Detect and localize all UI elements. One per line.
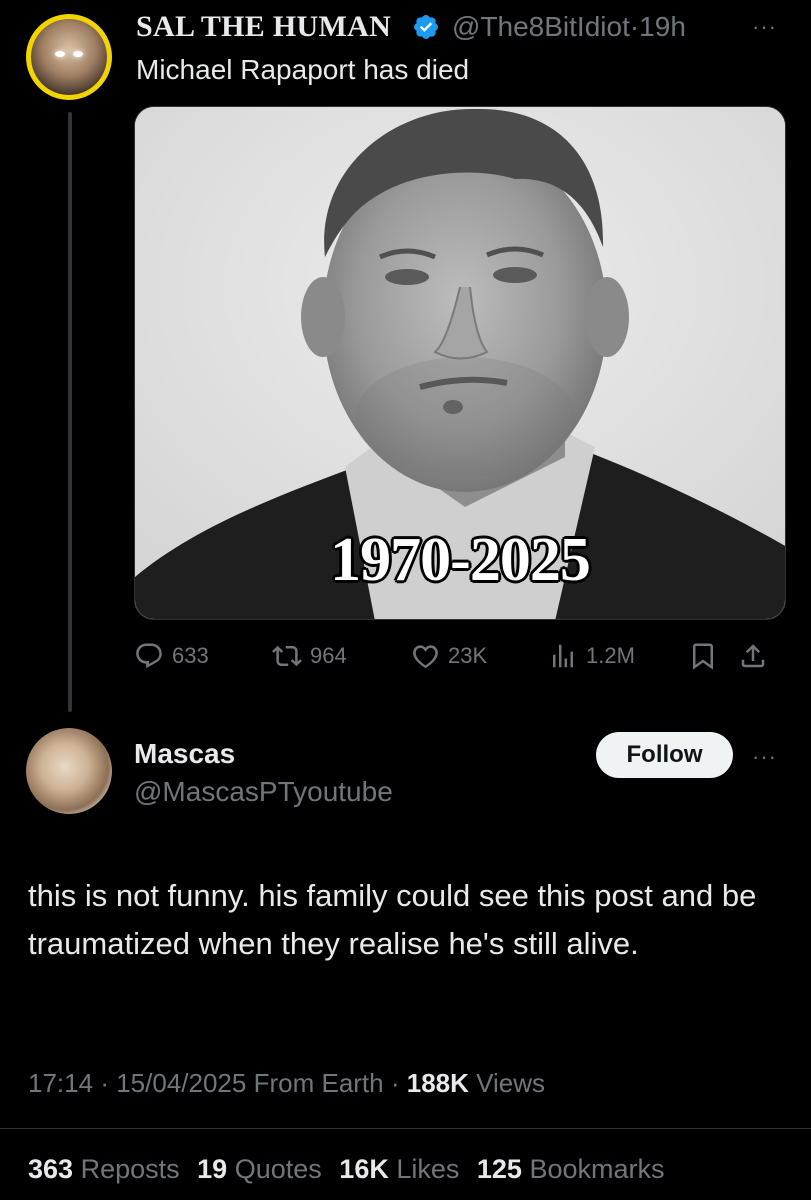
avatar-image bbox=[31, 19, 107, 95]
views-label: Views bbox=[476, 1068, 546, 1098]
post-metadata: 17:14 · 15/04/2025 From Earth · 188K Vie… bbox=[28, 1068, 545, 1099]
reposts-label: Reposts bbox=[80, 1154, 180, 1184]
quotes-stat[interactable]: 19 Quotes bbox=[197, 1154, 322, 1184]
tweet-image[interactable]: 1970-2025 bbox=[134, 106, 786, 620]
bookmarks-label: Bookmarks bbox=[529, 1154, 665, 1184]
reply-icon bbox=[136, 643, 162, 669]
like-icon bbox=[413, 645, 438, 669]
quotes-label: Quotes bbox=[234, 1154, 322, 1184]
quotes-count: 19 bbox=[197, 1154, 228, 1184]
verified-badge-icon bbox=[414, 15, 438, 39]
separator-dot: · bbox=[629, 11, 640, 42]
likes-count: 16K bbox=[339, 1154, 389, 1184]
tweet-handle-time: @The8BitIdiot·19h bbox=[452, 11, 686, 43]
bookmarks-count: 125 bbox=[476, 1154, 522, 1184]
reply-count: 633 bbox=[172, 643, 209, 668]
follow-button[interactable]: Follow bbox=[596, 732, 733, 778]
likes-label: Likes bbox=[396, 1154, 460, 1184]
reposts-count: 363 bbox=[28, 1154, 74, 1184]
tweet-text: Michael Rapaport has died bbox=[136, 54, 470, 85]
reply-button[interactable]: 633 bbox=[134, 638, 209, 674]
reply-author-handle[interactable]: @MascasPTyoutube bbox=[134, 776, 393, 808]
divider bbox=[0, 1128, 811, 1129]
views-count: 1.2M bbox=[586, 643, 635, 668]
bookmarks-stat[interactable]: 125 Bookmarks bbox=[477, 1154, 665, 1184]
repost-count: 964 bbox=[310, 643, 347, 668]
like-count: 23K bbox=[448, 643, 488, 668]
reposts-stat[interactable]: 363 Reposts bbox=[28, 1154, 180, 1184]
share-button[interactable] bbox=[738, 638, 768, 674]
post-time[interactable]: 17:14 bbox=[28, 1068, 93, 1098]
image-caption-years: 1970-2025 bbox=[330, 526, 591, 594]
views-button[interactable]: 1.2M bbox=[548, 638, 635, 674]
likes-stat[interactable]: 16K Likes bbox=[339, 1154, 459, 1184]
glowing-eye-left bbox=[55, 51, 65, 57]
thread-connector-line bbox=[68, 112, 72, 712]
separator-dot: · bbox=[100, 1068, 109, 1098]
more-options-icon[interactable]: ··· bbox=[752, 744, 777, 770]
post-source: From Earth bbox=[253, 1068, 384, 1098]
glowing-eye-right bbox=[73, 51, 83, 57]
like-button[interactable]: 23K bbox=[410, 638, 487, 674]
repost-icon bbox=[272, 645, 302, 667]
engagement-stats: 363 Reposts 19 Quotes 16K Likes 125 Book… bbox=[28, 1154, 675, 1185]
reply-text: this is not funny. his family could see … bbox=[28, 878, 757, 961]
tweet-time[interactable]: 19h bbox=[639, 11, 686, 42]
post-date[interactable]: 15/04/2025 bbox=[116, 1068, 246, 1098]
more-options-icon[interactable]: ··· bbox=[752, 14, 777, 40]
avatar-mascas[interactable] bbox=[26, 728, 112, 814]
reply-author-name[interactable]: Mascas bbox=[134, 738, 235, 770]
tweet-author-handle[interactable]: @The8BitIdiot bbox=[452, 11, 630, 42]
separator-dot: · bbox=[390, 1068, 400, 1098]
bookmark-icon bbox=[693, 643, 713, 670]
tweet-author-name[interactable]: SAL THE HUMAN bbox=[136, 10, 391, 44]
views-icon bbox=[553, 644, 573, 668]
share-icon bbox=[741, 644, 765, 668]
avatar-sal[interactable] bbox=[26, 14, 112, 100]
views-count: 188K bbox=[406, 1068, 469, 1098]
repost-button[interactable]: 964 bbox=[272, 638, 347, 674]
bookmark-button[interactable] bbox=[688, 638, 718, 674]
